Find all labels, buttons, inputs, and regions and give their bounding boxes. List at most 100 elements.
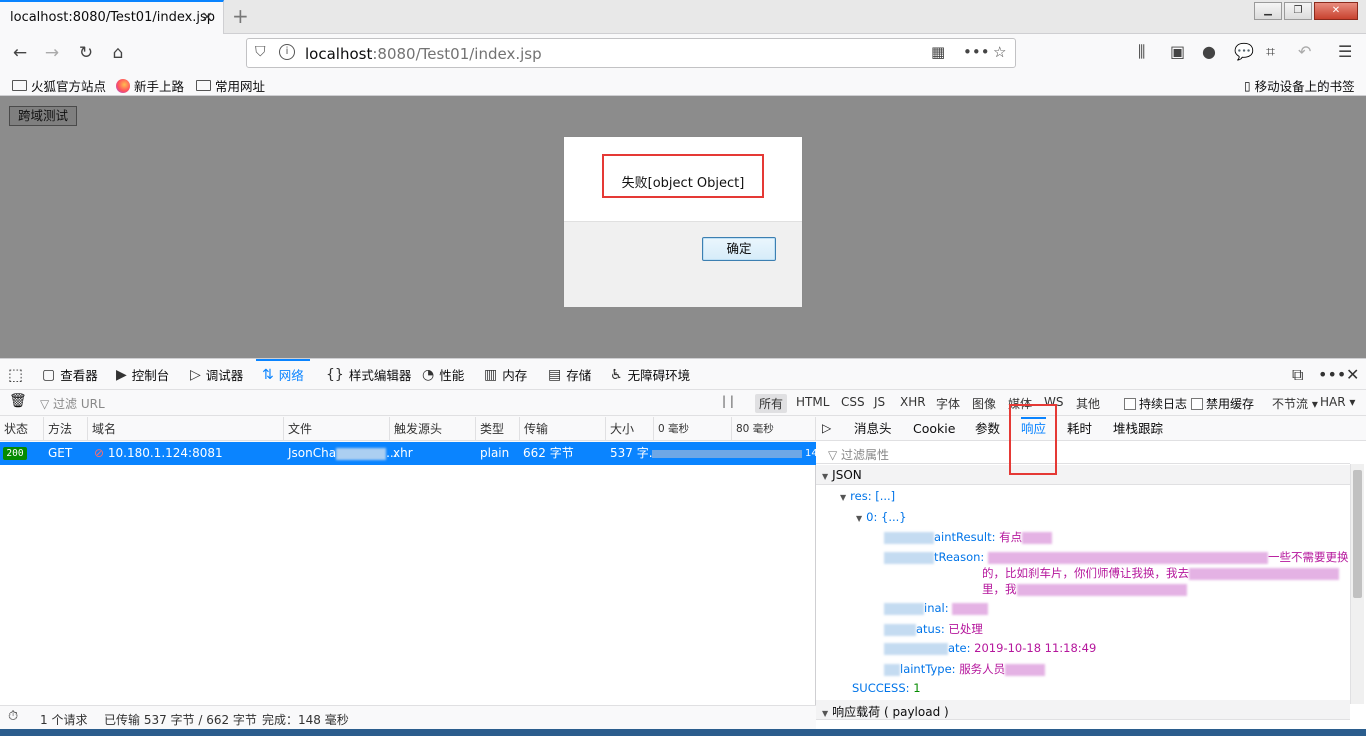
maximize-button[interactable]: ❐ bbox=[1284, 2, 1312, 20]
close-devtools-icon[interactable]: ✕ bbox=[1346, 365, 1359, 384]
filter-css[interactable]: CSS bbox=[837, 394, 869, 410]
tab-params[interactable]: 参数 bbox=[975, 417, 1000, 441]
scrollbar-thumb[interactable] bbox=[1353, 470, 1362, 598]
disable-cache-checkbox[interactable]: 禁用缓存 bbox=[1191, 395, 1254, 412]
bookmark-item[interactable]: 常用网址 bbox=[196, 76, 265, 95]
screenshot-icon[interactable]: ⌗ bbox=[1266, 42, 1275, 62]
details-tabs: ▷ 消息头 Cookie 参数 响应 耗时 堆栈跟踪 bbox=[816, 404, 1366, 475]
persist-logs-checkbox[interactable]: 持续日志 bbox=[1124, 395, 1187, 412]
tree-node-item-0[interactable]: ▼ 0: {...} bbox=[856, 510, 907, 524]
tab-storage[interactable]: ▤ 存储 bbox=[542, 359, 597, 390]
tree-row-status[interactable]: atus: 已处理 bbox=[884, 621, 983, 637]
menu-icon[interactable]: ☰ bbox=[1338, 42, 1352, 61]
tab-console[interactable]: ▶ 控制台 bbox=[110, 359, 175, 390]
account-icon[interactable]: ● bbox=[1202, 42, 1216, 61]
json-section-header[interactable]: ▼ JSON bbox=[816, 465, 1350, 485]
more-options-icon[interactable]: ••• bbox=[1318, 365, 1346, 384]
filter-fonts[interactable]: 字体 bbox=[932, 394, 964, 413]
tab-network[interactable]: ⇅ 网络 bbox=[256, 359, 310, 390]
filter-images[interactable]: 图像 bbox=[968, 394, 1000, 413]
tab-cookies[interactable]: Cookie bbox=[913, 417, 955, 441]
library-icon[interactable]: ⫼ bbox=[1138, 42, 1145, 62]
payload-section-header[interactable]: ▼ 响应载荷 ( payload ) bbox=[816, 700, 1350, 720]
bookmark-item[interactable]: 新手上路 bbox=[116, 76, 184, 95]
column-timeline-80[interactable]: 80 毫秒 bbox=[732, 417, 816, 441]
tab-bar: localhost:8080/Test01/index.jsp × + ▁ ❐ … bbox=[0, 0, 1366, 34]
browser-tab-active[interactable]: localhost:8080/Test01/index.jsp × bbox=[0, 0, 224, 34]
column-status[interactable]: 状态 bbox=[0, 417, 44, 441]
column-method[interactable]: 方法 bbox=[44, 417, 88, 441]
tree-row-complaint-reason[interactable]: tReason: 一些不需要更换 bbox=[884, 549, 1348, 565]
column-timeline-0[interactable]: 0 毫秒 bbox=[654, 417, 732, 441]
home-icon[interactable]: ⌂ bbox=[106, 42, 130, 64]
filter-xhr[interactable]: XHR bbox=[896, 394, 930, 410]
redacted-block bbox=[336, 447, 387, 460]
tab-style-editor[interactable]: {} 样式编辑器 bbox=[320, 359, 417, 390]
column-domain[interactable]: 域名 bbox=[88, 417, 284, 441]
filter-properties-input[interactable]: ▽ 过滤属性 bbox=[816, 442, 1350, 464]
pause-icon[interactable]: | | bbox=[722, 394, 734, 408]
chat-icon[interactable]: 💬 bbox=[1234, 42, 1254, 61]
url-text[interactable]: localhost:8080/Test01/index.jsp bbox=[305, 45, 542, 63]
filter-html[interactable]: HTML bbox=[792, 394, 833, 410]
column-size[interactable]: 大小 bbox=[606, 417, 654, 441]
new-tab-button[interactable]: + bbox=[232, 4, 249, 28]
url-bar[interactable]: ⛉ i localhost:8080/Test01/index.jsp ▦ ••… bbox=[246, 38, 1016, 68]
har-menu[interactable]: HAR ▾ bbox=[1316, 394, 1359, 410]
forward-arrow-icon[interactable]: → bbox=[40, 42, 64, 64]
tree-row-nal[interactable]: inal: bbox=[884, 601, 989, 615]
tab-headers[interactable]: 消息头 bbox=[854, 417, 892, 441]
filter-url-input[interactable]: ▽ 过滤 URL bbox=[40, 395, 105, 412]
filter-all[interactable]: 所有 bbox=[755, 394, 788, 413]
minimize-button[interactable]: ▁ bbox=[1254, 2, 1282, 20]
tab-performance[interactable]: ◔ 性能 bbox=[416, 359, 470, 390]
trash-icon[interactable]: 🗑 bbox=[9, 393, 27, 409]
filter-js[interactable]: JS bbox=[870, 394, 889, 410]
tree-row-type[interactable]: laintType: 服务人员 bbox=[884, 661, 1046, 677]
column-type[interactable]: 类型 bbox=[476, 417, 520, 441]
network-filter-bar: 🗑 ▽ 过滤 URL | | 所有 HTML CSS JS XHR 字体 图像 … bbox=[0, 390, 1366, 416]
alert-dialog: 失败[object Object] 确定 bbox=[563, 136, 803, 307]
tree-row-date[interactable]: ate: 2019-10-18 11:18:49 bbox=[884, 641, 1096, 655]
sidebar-icon[interactable]: ▣ bbox=[1170, 42, 1185, 61]
mobile-bookmarks[interactable]: ▯ 移动设备上的书签 bbox=[1244, 76, 1355, 95]
shield-icon[interactable]: ⛉ bbox=[255, 44, 266, 60]
dock-icon[interactable]: ⧉ bbox=[1292, 365, 1303, 385]
tab-timings[interactable]: 耗时 bbox=[1067, 417, 1092, 441]
tab-close-icon[interactable]: × bbox=[201, 9, 213, 25]
cross-domain-test-button[interactable]: 跨域测试 bbox=[9, 106, 78, 126]
filter-other[interactable]: 其他 bbox=[1072, 394, 1104, 413]
info-icon[interactable]: i bbox=[279, 44, 295, 60]
tab-debugger[interactable]: ▷ 调试器 bbox=[184, 359, 249, 390]
column-transferred[interactable]: 传输 bbox=[520, 417, 606, 441]
details-scrollbar[interactable] bbox=[1350, 464, 1364, 704]
tab-memory[interactable]: ▥ 内存 bbox=[478, 359, 533, 390]
back-arrow-icon[interactable]: ← bbox=[8, 42, 32, 64]
column-file[interactable]: 文件 bbox=[284, 417, 390, 441]
tree-value-cont: 的，比如刹车片，你们师傅让我换，我去 bbox=[982, 566, 1189, 580]
request-row[interactable]: 200 GET ⊘ 10.180.1.124:8081 JsonCha... x… bbox=[0, 442, 818, 465]
column-cause[interactable]: 触发源头 bbox=[390, 417, 476, 441]
page-actions-icon[interactable]: ••• bbox=[963, 43, 990, 61]
alert-footer: 确定 bbox=[564, 221, 802, 307]
qr-code-icon[interactable]: ▦ bbox=[931, 43, 945, 61]
tree-node-res[interactable]: ▼ res: [...] bbox=[840, 489, 895, 503]
memory-icon: ▥ bbox=[484, 366, 498, 383]
toggle-panel-icon[interactable]: ▷ bbox=[822, 421, 831, 435]
tab-accessibility[interactable]: ♿ 无障碍环境 bbox=[604, 359, 696, 390]
stopwatch-icon[interactable]: ⏱ bbox=[8, 709, 18, 724]
reload-icon[interactable]: ↻ bbox=[74, 42, 98, 64]
bookmark-item[interactable]: 火狐官方站点 bbox=[12, 76, 106, 95]
window-close-button[interactable]: ✕ bbox=[1314, 2, 1358, 20]
tab-stack-trace[interactable]: 堆栈跟踪 bbox=[1113, 417, 1163, 441]
throttle-select[interactable]: 不节流 ▾ bbox=[1268, 394, 1322, 413]
element-picker-icon[interactable]: ⬚ bbox=[8, 365, 23, 384]
tab-inspector[interactable]: ▢ 查看器 bbox=[36, 359, 104, 390]
undo-icon[interactable]: ↶ bbox=[1298, 42, 1311, 61]
tree-row-success[interactable]: SUCCESS: 1 bbox=[852, 681, 921, 695]
disable-cache-label: 禁用缓存 bbox=[1206, 397, 1255, 411]
redacted-block bbox=[884, 551, 934, 564]
bookmark-star-icon[interactable]: ☆ bbox=[993, 43, 1006, 61]
tree-row-complaint-result[interactable]: aintResult: 有点 bbox=[884, 529, 1053, 545]
alert-ok-button[interactable]: 确定 bbox=[702, 237, 776, 261]
